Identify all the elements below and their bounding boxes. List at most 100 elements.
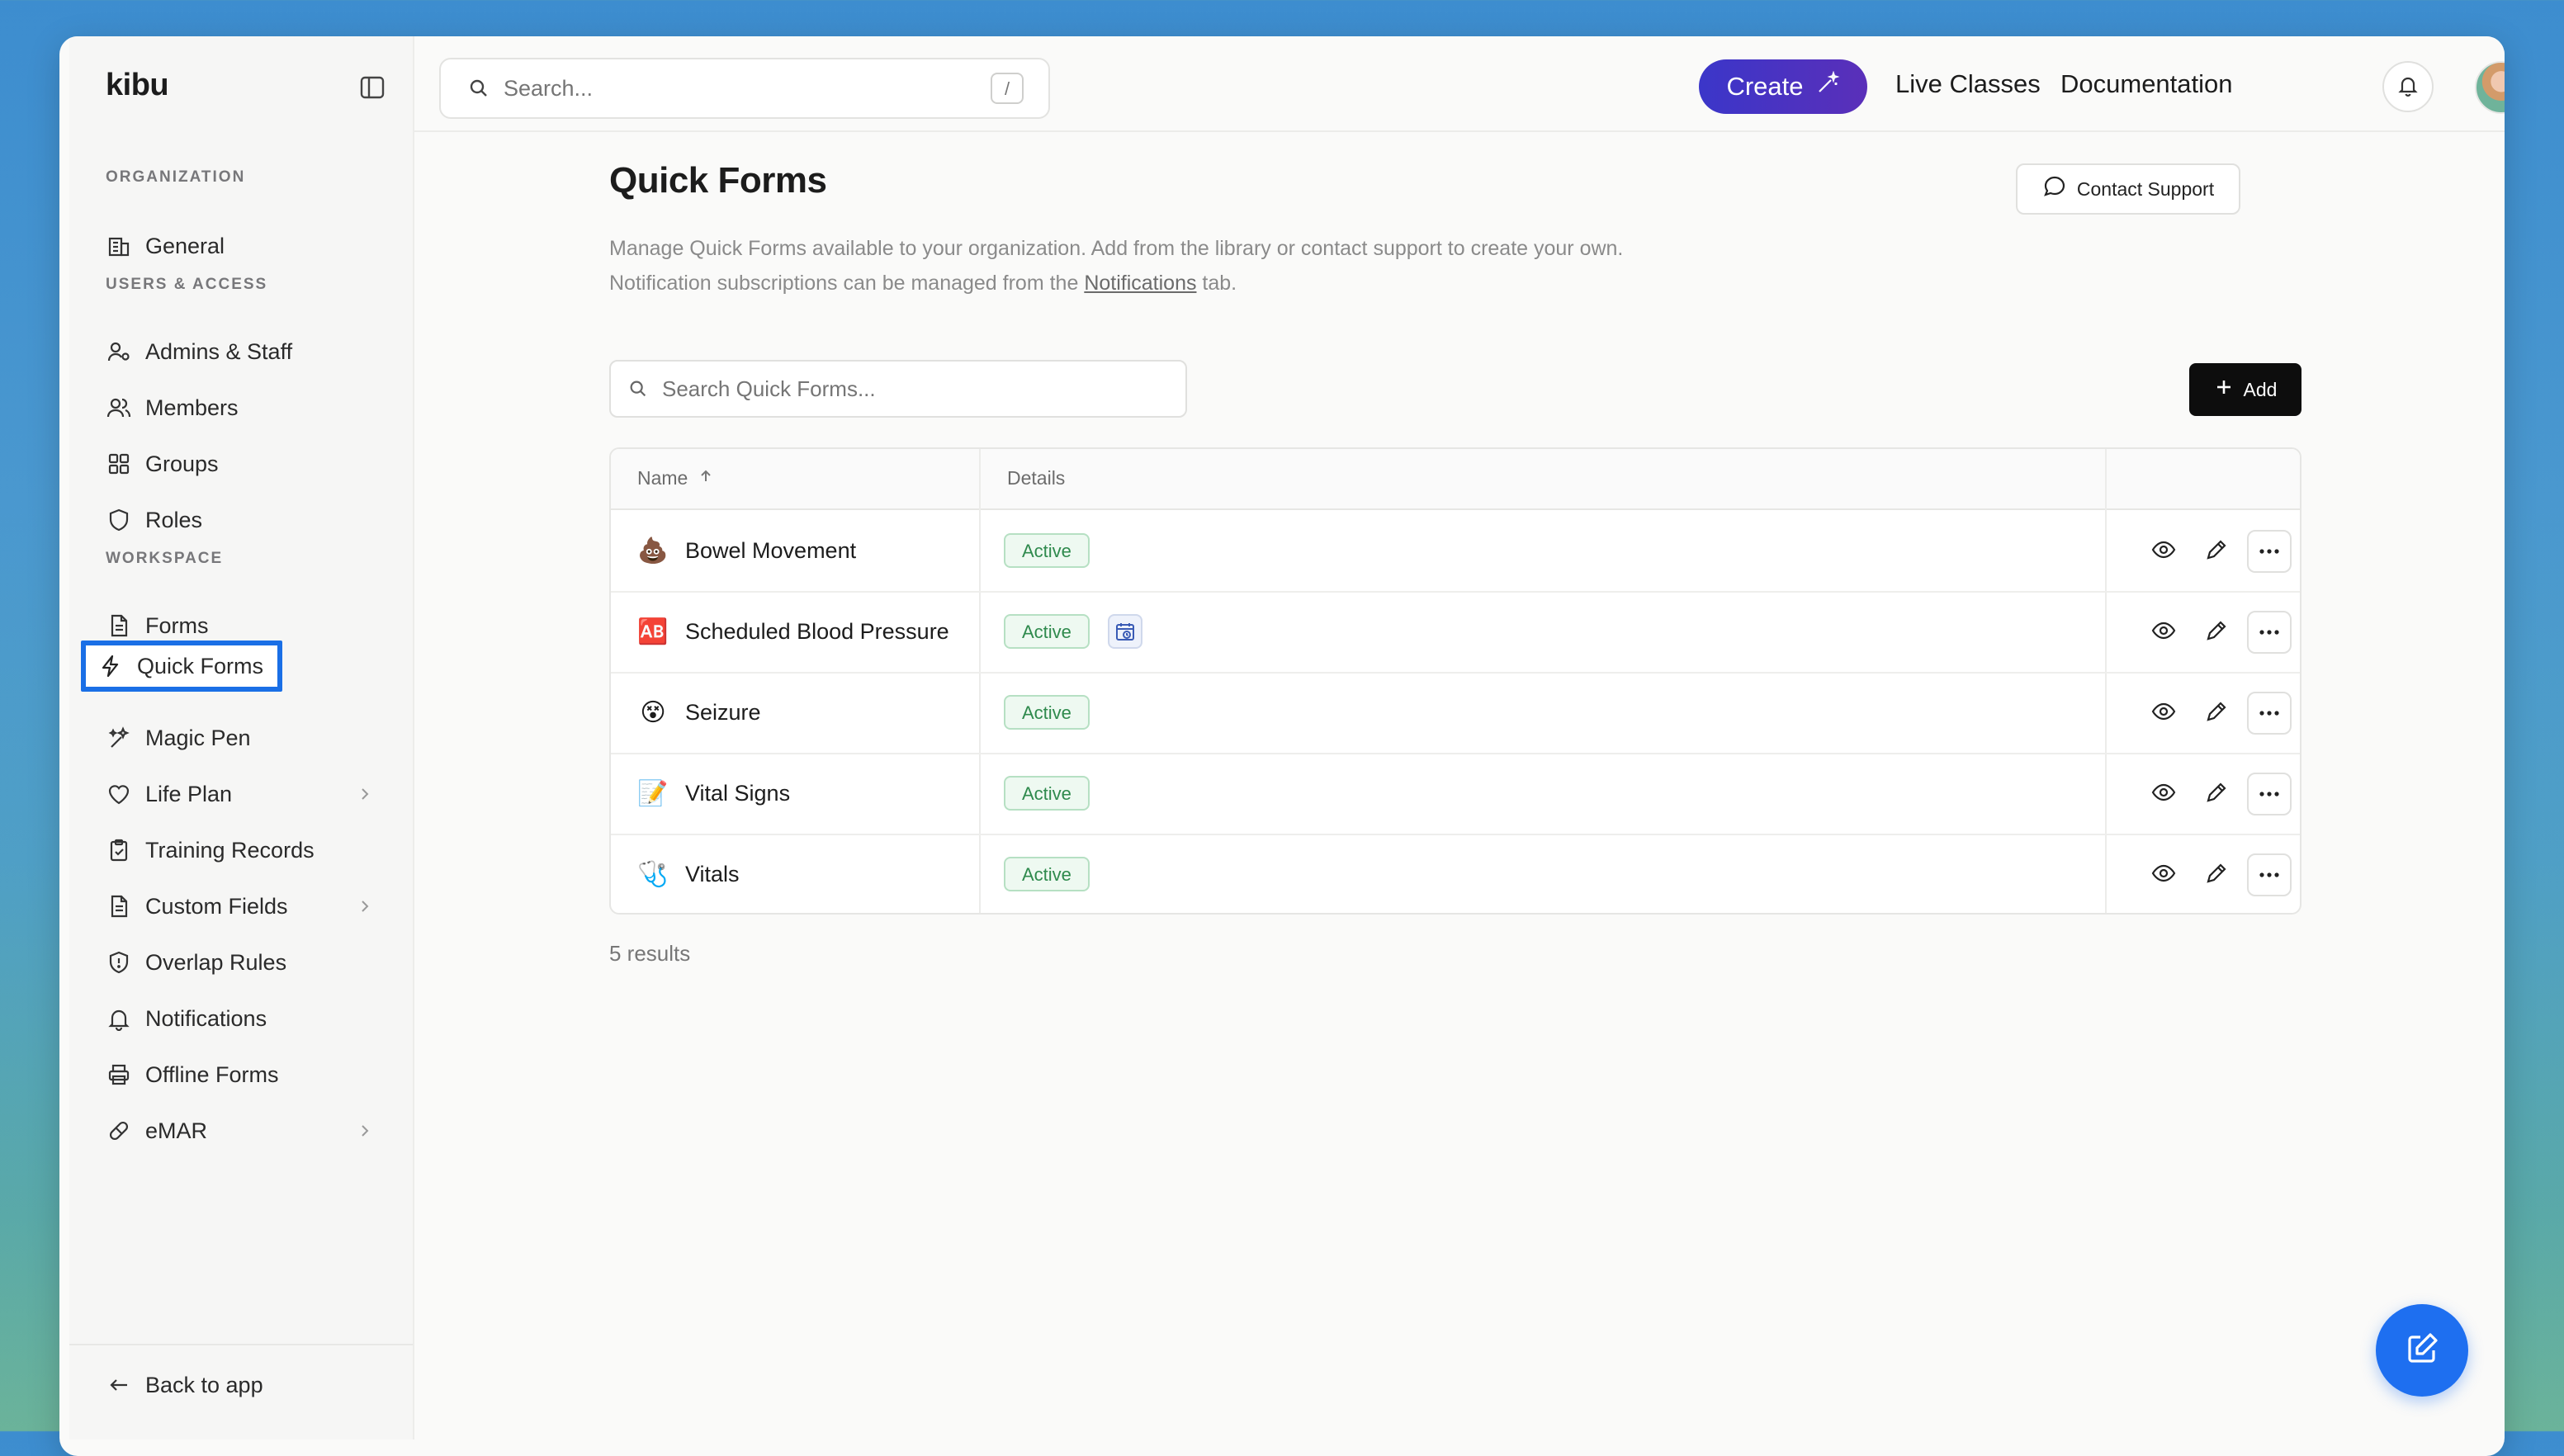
chevron-right-icon xyxy=(355,1121,375,1141)
avatar[interactable] xyxy=(2475,61,2505,114)
eye-icon xyxy=(2150,860,2177,891)
sidebar-item-members[interactable]: Members xyxy=(89,385,395,431)
more-options-button[interactable] xyxy=(2247,773,2292,815)
bell-icon xyxy=(2396,73,2420,102)
global-search[interactable]: / xyxy=(439,58,1050,119)
sidebar-item-general[interactable]: General xyxy=(89,223,395,269)
more-options-button[interactable] xyxy=(2247,530,2292,573)
sidebar-item-label: Admins & Staff xyxy=(145,338,293,364)
status-badge: Active xyxy=(1004,533,1090,568)
table-row[interactable]: 😵 Seizure Active xyxy=(611,672,2300,754)
notifications-link[interactable]: Notifications xyxy=(1084,272,1196,295)
sidebar-item-roles[interactable]: Roles xyxy=(89,497,395,543)
shield-icon xyxy=(106,507,132,533)
ellipsis-icon xyxy=(2259,787,2280,801)
edit-button[interactable] xyxy=(2194,611,2239,654)
magic-wand-icon xyxy=(1815,70,1840,102)
sidebar-item-emar[interactable]: eMAR xyxy=(89,1108,395,1154)
status-badge: Active xyxy=(1004,695,1090,730)
quick-forms-search-input[interactable] xyxy=(660,375,1159,403)
ellipsis-icon xyxy=(2259,625,2280,640)
table-row[interactable]: 🩺 Vitals Active xyxy=(611,834,2300,913)
document-icon xyxy=(106,612,132,639)
sidebar-item-notifications[interactable]: Notifications xyxy=(89,995,395,1042)
edit-button[interactable] xyxy=(2194,773,2239,815)
sidebar-item-groups[interactable]: Groups xyxy=(89,441,395,487)
contact-support-label: Contact Support xyxy=(2076,177,2215,200)
view-button[interactable] xyxy=(2141,611,2186,654)
sidebar-item-label: Magic Pen xyxy=(145,725,251,750)
top-bar: / Create Live Classes Documentation xyxy=(414,36,2505,132)
column-header-name[interactable]: Name xyxy=(637,467,714,489)
sidebar-item-label: Offline Forms xyxy=(145,1061,279,1087)
form-name: Vital Signs xyxy=(685,780,791,806)
description-prefix: Notification subscriptions can be manage… xyxy=(609,272,1085,295)
sidebar-item-label: Training Records xyxy=(145,837,315,863)
more-options-button[interactable] xyxy=(2247,611,2292,654)
form-name-cell: 🩺 Vitals xyxy=(636,834,740,913)
more-options-button[interactable] xyxy=(2247,692,2292,735)
notifications-button[interactable] xyxy=(2382,61,2434,112)
building-icon xyxy=(106,233,132,259)
sidebar-item-offline-forms[interactable]: Offline Forms xyxy=(89,1052,395,1098)
table-row[interactable]: 💩 Bowel Movement Active xyxy=(611,510,2300,593)
table-header: Name Details xyxy=(611,449,2300,510)
table-row[interactable]: 📝 Vital Signs Active xyxy=(611,753,2300,835)
eye-icon xyxy=(2150,779,2177,810)
view-button[interactable] xyxy=(2141,530,2186,573)
sort-ascending-icon xyxy=(698,467,714,489)
search-icon xyxy=(627,378,649,399)
ellipsis-icon xyxy=(2259,544,2280,559)
table-row[interactable]: 🆎 Scheduled Blood Pressure Active xyxy=(611,591,2300,674)
eye-icon xyxy=(2150,537,2177,567)
search-shortcut-hint: / xyxy=(991,73,1024,104)
create-button[interactable]: Create xyxy=(1699,59,1867,114)
documentation-link[interactable]: Documentation xyxy=(2060,69,2233,99)
sidebar-toggle-icon[interactable] xyxy=(360,76,385,99)
sidebar-item-life-plan[interactable]: Life Plan xyxy=(89,771,395,817)
contact-support-button[interactable]: Contact Support xyxy=(2016,163,2240,215)
more-options-button[interactable] xyxy=(2247,853,2292,896)
user-gear-icon xyxy=(106,338,132,365)
sidebar-item-overlap-rules[interactable]: Overlap Rules xyxy=(89,939,395,986)
column-header-label: Details xyxy=(1007,467,1066,489)
view-button[interactable] xyxy=(2141,692,2186,735)
compose-fab-button[interactable] xyxy=(2376,1304,2468,1397)
eye-icon xyxy=(2150,617,2177,648)
sidebar-item-magic-pen[interactable]: Magic Pen xyxy=(89,715,395,761)
description-suffix: tab. xyxy=(1196,272,1237,295)
form-name-cell: 💩 Bowel Movement xyxy=(636,510,856,591)
sidebar-item-admins-staff[interactable]: Admins & Staff xyxy=(89,329,395,375)
back-to-app-link[interactable]: Back to app xyxy=(89,1362,395,1408)
bell-icon xyxy=(106,1005,132,1032)
add-button[interactable]: Add xyxy=(2189,363,2301,416)
edit-button[interactable] xyxy=(2194,530,2239,573)
sidebar-item-quick-forms[interactable]: Quick Forms xyxy=(81,641,282,692)
memo-icon: 📝 xyxy=(637,779,669,807)
sidebar-item-custom-fields[interactable]: Custom Fields xyxy=(89,883,395,929)
global-search-input[interactable] xyxy=(502,74,967,102)
pencil-icon xyxy=(2204,618,2229,647)
form-name: Vitals xyxy=(685,861,740,886)
sidebar-item-label: General xyxy=(145,233,225,258)
sidebar-item-label: Members xyxy=(145,395,239,420)
view-button[interactable] xyxy=(2141,773,2186,815)
heart-icon xyxy=(106,781,132,807)
create-label: Create xyxy=(1726,72,1804,101)
description-line-2: Notification subscriptions can be manage… xyxy=(609,266,1623,300)
sidebar-item-label: eMAR xyxy=(145,1118,208,1143)
edit-button[interactable] xyxy=(2194,853,2239,896)
arrow-left-icon xyxy=(106,1372,132,1398)
brand-logo[interactable]: kibu xyxy=(106,68,169,103)
sidebar-item-label: Forms xyxy=(145,612,209,638)
poop-emoji-icon: 💩 xyxy=(637,537,669,565)
stethoscope-icon: 🩺 xyxy=(637,860,669,888)
live-classes-link[interactable]: Live Classes xyxy=(1895,69,2041,99)
quick-forms-search[interactable] xyxy=(609,360,1187,418)
view-button[interactable] xyxy=(2141,853,2186,896)
sidebar-item-training-records[interactable]: Training Records xyxy=(89,827,395,873)
pencil-icon xyxy=(2204,537,2229,566)
page-description: Manage Quick Forms available to your org… xyxy=(609,231,1623,300)
edit-button[interactable] xyxy=(2194,692,2239,735)
status-badge: Active xyxy=(1004,857,1090,891)
